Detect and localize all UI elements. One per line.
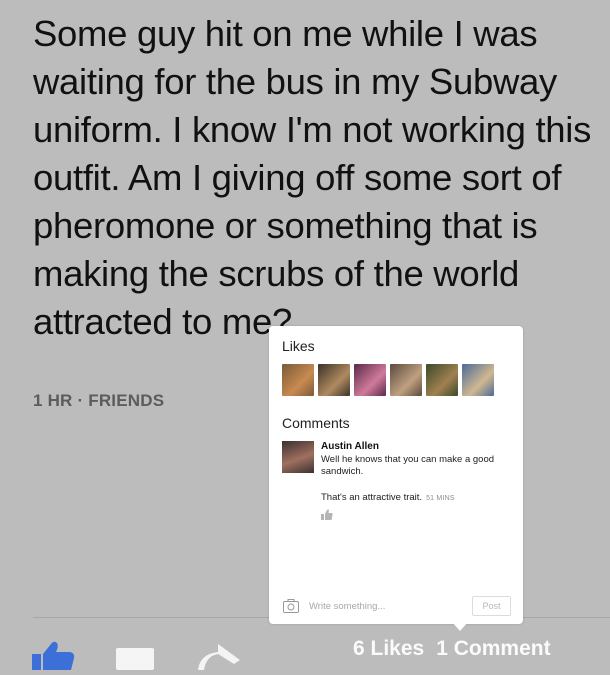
liker-avatar[interactable] bbox=[318, 364, 350, 396]
reply-text: That's an attractive trait. bbox=[321, 492, 423, 503]
post-comment-button[interactable]: Post bbox=[472, 596, 511, 616]
post-meta: 1 HR · FRIENDS bbox=[33, 391, 165, 410]
comments-heading: Comments bbox=[282, 415, 350, 431]
liker-avatar[interactable] bbox=[282, 364, 314, 396]
post-text: Some guy hit on me while I was waiting f… bbox=[33, 13, 592, 342]
write-comment-bar: Post bbox=[269, 594, 523, 624]
write-comment-input[interactable] bbox=[309, 598, 429, 614]
comment-button[interactable] bbox=[116, 648, 154, 670]
likes-comments-popover: Likes Comments Austin Allen Well he know… bbox=[269, 326, 523, 624]
liker-avatar[interactable] bbox=[462, 364, 494, 396]
camera-icon[interactable] bbox=[283, 599, 299, 613]
liker-avatar[interactable] bbox=[354, 364, 386, 396]
likes-count[interactable]: 6 Likes bbox=[353, 637, 424, 660]
share-button[interactable] bbox=[194, 642, 246, 670]
liker-avatar[interactable] bbox=[390, 364, 422, 396]
comment-text: Well he knows that you can make a good s… bbox=[321, 454, 495, 477]
comment-author[interactable]: Austin Allen bbox=[321, 441, 379, 452]
commenter-avatar[interactable] bbox=[282, 441, 314, 473]
share-arrow-icon bbox=[198, 644, 240, 670]
liker-avatar[interactable] bbox=[426, 364, 458, 396]
reply-timestamp: 51 MINS bbox=[426, 495, 455, 502]
thumbs-up-icon bbox=[321, 509, 333, 520]
likers-row bbox=[282, 364, 494, 396]
like-button[interactable] bbox=[30, 640, 76, 670]
comment-like-button[interactable] bbox=[321, 507, 333, 520]
reaction-counts: 6 Likes 1 Comment bbox=[353, 637, 563, 661]
popover-arrow bbox=[452, 622, 468, 631]
comments-count[interactable]: 1 Comment bbox=[436, 637, 550, 660]
thumbs-up-icon bbox=[32, 641, 75, 670]
reply-comment: That's an attractive trait. 51 MINS bbox=[321, 492, 455, 503]
likes-heading: Likes bbox=[282, 338, 315, 354]
